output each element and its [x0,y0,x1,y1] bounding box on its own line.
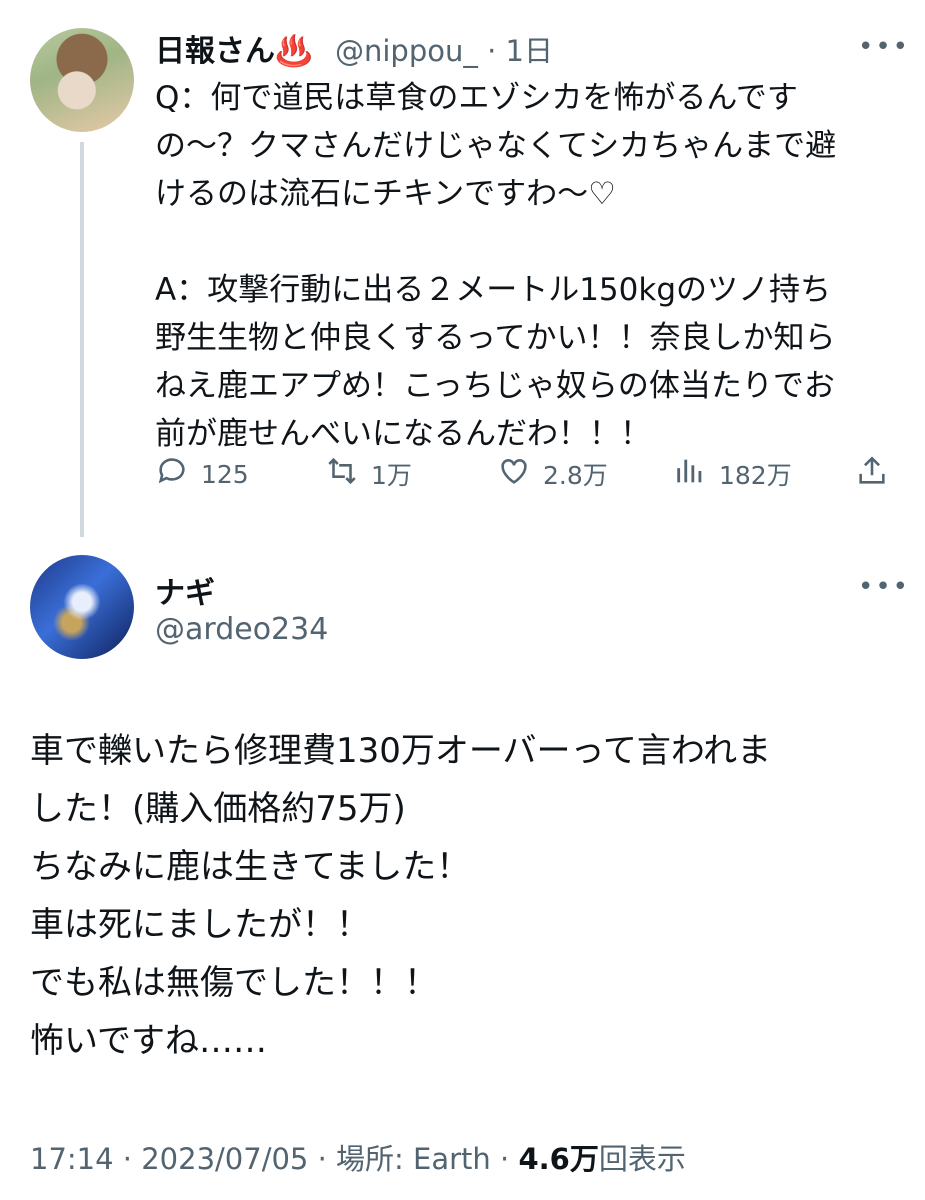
handle[interactable]: @ardeo234 [155,612,328,647]
like-count: 2.8万 [543,461,608,490]
reply-icon [155,454,189,494]
display-name[interactable]: ナギ [155,568,215,612]
timestamp[interactable]: 17:14 · 2023/07/05 [30,1142,308,1176]
retweet-count: 1万 [371,461,412,490]
share-button[interactable] [855,452,889,496]
action-bar: 125 1万 2.8万 182万 [155,452,895,496]
reply-button[interactable]: 125 [155,452,249,496]
tweet-meta: 17:14 · 2023/07/05 · 場所: Earth · 4.6万回表示 [30,1136,686,1178]
thread-line [80,142,84,537]
handle-and-time: @nippou_ · 1日 [335,28,553,70]
like-button[interactable]: 2.8万 [497,452,608,496]
retweet-button[interactable]: 1万 [325,452,412,496]
retweet-icon [325,454,359,494]
like-icon [497,454,531,494]
share-icon [855,454,889,494]
more-icon[interactable]: ••• [858,32,910,62]
avatar-nippou[interactable] [30,28,134,132]
views-count: 4.6万 [518,1142,599,1176]
views-button[interactable]: 182万 [673,452,792,496]
handle[interactable]: @nippou_ [335,34,478,68]
reply-count: 125 [201,459,249,489]
tweet-text: 車で轢いたら修理費130万オーバーって言われま した！(購入価格約75万) ちな… [30,731,772,1061]
views-count: 182万 [719,461,792,490]
views-icon [673,454,707,494]
more-icon[interactable]: ••• [858,572,910,602]
timestamp[interactable]: · 1日 [487,34,553,68]
views-label: 回表示 [598,1142,686,1176]
tweet-text: Q：何で道民は草食のエゾシカを怖がるんです の〜？クマさんだけじゃなくてシカちゃ… [155,80,837,452]
display-name[interactable]: 日報さん♨️ [155,26,312,70]
location: · 場所: Earth · [308,1142,519,1176]
avatar-ardeo[interactable] [30,555,134,659]
